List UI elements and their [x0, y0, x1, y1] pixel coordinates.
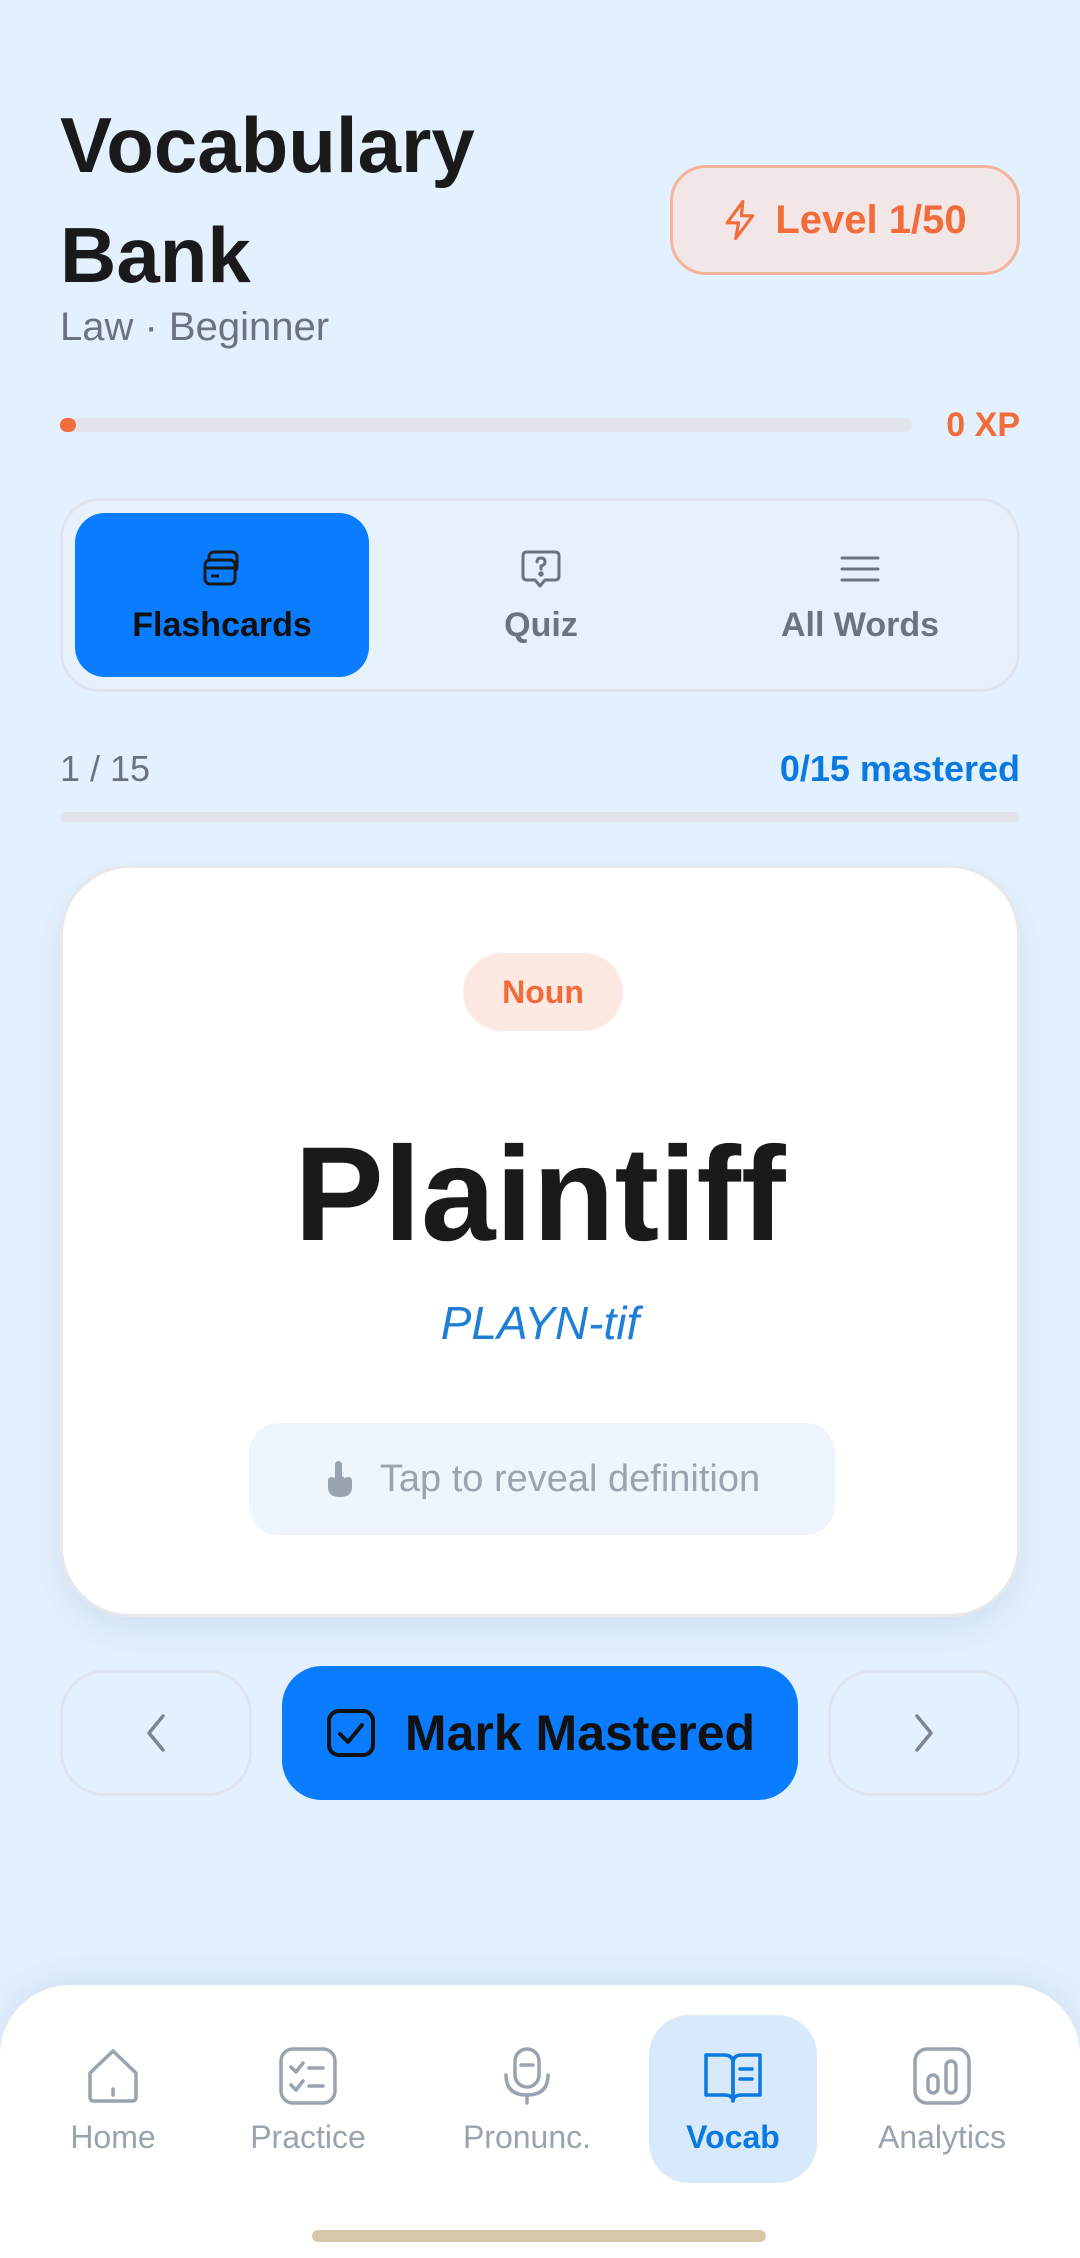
- level-label: Level 1/50: [775, 197, 967, 242]
- mode-tabs: Flashcards Quiz All Words: [60, 498, 1020, 692]
- flashcard-word: Plaintiff: [294, 1120, 786, 1269]
- tap-finger-icon: [327, 1461, 352, 1497]
- tab-label: Flashcards: [132, 605, 312, 644]
- quiz-bubble-icon: [521, 550, 561, 587]
- nav-label: Practice: [250, 2118, 366, 2155]
- mastered-count: 0/15 mastered: [779, 748, 1020, 789]
- page-subtitle: Law · Beginner: [60, 305, 330, 349]
- level-badge[interactable]: Level 1/50: [670, 165, 1020, 275]
- home-icon: [88, 2048, 138, 2103]
- mark-mastered-button[interactable]: Mark Mastered: [282, 1666, 798, 1800]
- list-icon: [840, 556, 880, 581]
- xp-label: 0 XP: [946, 406, 1020, 444]
- nav-item-pronunciation[interactable]: Pronunc.: [443, 2015, 611, 2183]
- checkbox-icon: [326, 1709, 375, 1757]
- nav-label: Analytics: [877, 2118, 1007, 2155]
- next-card-button[interactable]: [828, 1670, 1020, 1796]
- tab-all-words[interactable]: All Words: [713, 513, 1007, 677]
- bar-chart-icon: [913, 2046, 971, 2105]
- tab-label: Quiz: [504, 605, 578, 644]
- tab-flashcards[interactable]: Flashcards: [75, 513, 369, 677]
- nav-item-practice[interactable]: Practice: [224, 2015, 392, 2183]
- reveal-definition-button[interactable]: Tap to reveal definition: [249, 1423, 835, 1535]
- bottom-navigation: Home Practice Pronunc. Vocab Analytics: [0, 1985, 1080, 2258]
- nav-label: Vocab: [686, 2118, 780, 2155]
- nav-label: Pronunc.: [462, 2118, 592, 2155]
- flashcard[interactable]: Noun Plaintiff PLAYN-tif Tap to reveal d…: [60, 865, 1020, 1617]
- flashcard-pronunciation: PLAYN-tif: [440, 1297, 640, 1349]
- book-icon: [704, 2052, 762, 2103]
- cards-icon: [203, 550, 239, 585]
- mastery-progress-bar: [60, 812, 1020, 822]
- nav-item-vocab[interactable]: Vocab: [649, 2015, 817, 2183]
- xp-progress-bar: [60, 418, 912, 432]
- page-title: Vocabulary Bank: [60, 101, 475, 299]
- tab-label: All Words: [780, 605, 940, 644]
- nav-item-home[interactable]: Home: [29, 2015, 197, 2183]
- tab-quiz[interactable]: Quiz: [394, 513, 688, 677]
- checklist-icon: [279, 2046, 337, 2105]
- chevron-left-icon: [147, 1714, 165, 1752]
- previous-card-button[interactable]: [60, 1670, 252, 1796]
- mark-mastered-label: Mark Mastered: [404, 1705, 756, 1761]
- microphone-icon: [504, 2046, 550, 2105]
- xp-progress-fill: [60, 418, 76, 432]
- nav-item-analytics[interactable]: Analytics: [858, 2015, 1026, 2183]
- chevron-right-icon: [915, 1714, 933, 1752]
- nav-label: Home: [70, 2118, 156, 2155]
- part-of-speech-badge: Noun: [463, 953, 623, 1031]
- reveal-hint-text: Tap to reveal definition: [379, 1457, 761, 1500]
- home-indicator: [312, 2230, 766, 2242]
- card-position: 1 / 15: [60, 748, 151, 789]
- lightning-icon: [726, 200, 755, 240]
